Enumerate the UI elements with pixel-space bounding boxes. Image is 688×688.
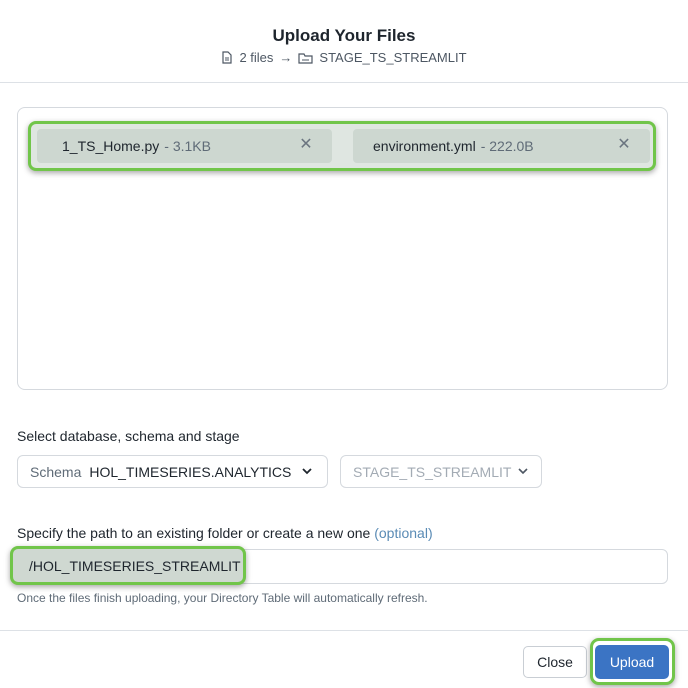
dialog-header: Upload Your Files 2 files → STAGE_TS_STR… <box>0 0 688 83</box>
file-icon <box>221 51 233 64</box>
file-name: 1_TS_Home.py <box>62 138 160 154</box>
remove-file-icon[interactable]: ✕ <box>298 137 314 153</box>
upload-button[interactable]: Upload <box>595 645 669 679</box>
close-button[interactable]: Close <box>523 646 587 678</box>
path-label: Specify the path to an existing folder o… <box>17 525 433 541</box>
schema-prefix: Schema <box>30 463 82 480</box>
stage-icon <box>298 52 314 64</box>
stage-placeholder: STAGE_TS_STREAMLIT <box>353 463 512 480</box>
path-value[interactable]: /HOL_TIMESERIES_STREAMLIT <box>10 546 246 585</box>
file-chip: 1_TS_Home.py - 3.1KB ✕ <box>37 129 332 163</box>
file-count: 2 files <box>239 50 274 65</box>
stage-target: STAGE_TS_STREAMLIT <box>319 50 467 65</box>
file-size: - 3.1KB <box>164 138 211 154</box>
stage-select[interactable]: STAGE_TS_STREAMLIT <box>340 455 542 488</box>
path-hint: Once the files finish uploading, your Di… <box>17 591 428 605</box>
path-label-text: Specify the path to an existing folder o… <box>17 525 371 541</box>
file-name: environment.yml <box>373 138 476 154</box>
arrow-right-icon: → <box>279 50 293 65</box>
dialog-title: Upload Your Files <box>272 26 416 45</box>
upload-summary: 2 files → STAGE_TS_STREAMLIT <box>0 50 688 65</box>
remove-file-icon[interactable]: ✕ <box>616 137 632 153</box>
chevron-down-icon <box>300 464 314 481</box>
chevron-down-icon <box>516 464 530 481</box>
schema-value: HOL_TIMESERIES.ANALYTICS <box>89 463 292 480</box>
file-chip: environment.yml - 222.0B ✕ <box>353 129 650 163</box>
schema-select[interactable]: Schema HOL_TIMESERIES.ANALYTICS <box>17 455 328 488</box>
optional-tag: (optional) <box>374 525 433 541</box>
file-size: - 222.0B <box>480 138 534 154</box>
file-chips-highlight: 1_TS_Home.py - 3.1KB ✕ environment.yml -… <box>28 121 656 171</box>
location-label: Select database, schema and stage <box>17 428 240 444</box>
footer-divider <box>0 630 688 631</box>
